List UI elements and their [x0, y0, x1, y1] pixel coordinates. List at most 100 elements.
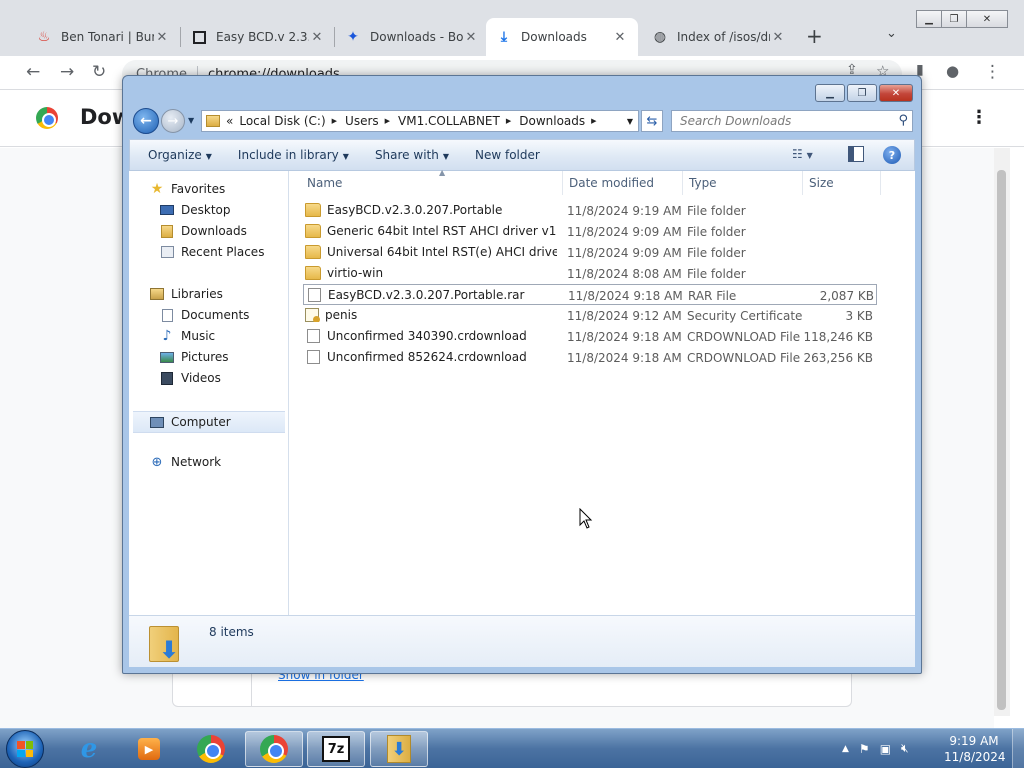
nav-desktop[interactable]: Desktop	[159, 203, 231, 217]
close-button[interactable]: ✕	[966, 10, 1008, 28]
organize-button[interactable]: Organize ▼	[148, 148, 212, 162]
search-placeholder: Search Downloads	[680, 114, 792, 128]
nav-network[interactable]: ⊕ Network	[149, 455, 222, 470]
breadcrumb-arrow-icon[interactable]: ▶	[506, 117, 511, 125]
nav-favorites[interactable]: ★ Favorites	[149, 181, 226, 197]
file-name: penis	[305, 308, 557, 322]
include-in-library-button[interactable]: Include in library ▼	[238, 148, 349, 162]
search-input[interactable]: Search Downloads ⚲	[671, 110, 913, 132]
show-hidden-icons-icon[interactable]: ▲	[842, 744, 849, 754]
scrollbar-thumb[interactable]	[997, 170, 1006, 710]
breadcrumb-local-disk[interactable]: Local Disk (C:)	[239, 114, 325, 128]
preview-pane-icon[interactable]	[848, 146, 864, 162]
refresh-icon[interactable]: ⇆	[641, 110, 663, 132]
minimize-button[interactable]: ▁	[916, 10, 942, 28]
breadcrumb-arrow-icon[interactable]: ▶	[385, 117, 390, 125]
file-row[interactable]: Unconfirmed 852624.crdownload 11/8/2024 9…	[303, 347, 877, 368]
nav-music[interactable]: ♪ Music	[159, 328, 216, 344]
more-menu-icon[interactable]: ⋮	[970, 107, 988, 128]
forward-button[interactable]: →	[161, 109, 185, 133]
close-icon[interactable]: ✕	[770, 30, 786, 45]
explorer-titlebar[interactable]: ▁ ❐ ✕	[123, 76, 921, 108]
column-header-name[interactable]: Name ▲	[301, 168, 563, 195]
taskbar-chrome-open[interactable]	[245, 731, 303, 767]
system-clock[interactable]: 9:19 AM 11/8/2024	[944, 733, 1006, 765]
column-header-size[interactable]: Size	[803, 171, 881, 195]
nav-documents[interactable]: Documents	[159, 308, 249, 322]
file-name: virtio-win	[305, 266, 557, 280]
close-icon[interactable]: ✕	[612, 30, 628, 45]
file-row[interactable]: EasyBCD.v2.3.0.207.Portable.rar 11/8/2024…	[303, 284, 877, 305]
taskbar-media-player[interactable]: ▶	[120, 731, 178, 767]
music-icon: ♪	[162, 328, 172, 344]
network-status-icon[interactable]: ▣	[880, 742, 891, 756]
close-icon[interactable]: ✕	[309, 30, 325, 45]
file-type: File folder	[687, 204, 746, 218]
action-center-flag-icon[interactable]: ⚑	[859, 742, 870, 756]
file-name: Unconfirmed 852624.crdownload	[305, 350, 557, 364]
nav-pictures[interactable]: Pictures	[159, 350, 229, 364]
details-pane: ⬇ 8 items	[129, 615, 915, 667]
change-view-icon[interactable]: ☷ ▼	[792, 147, 813, 161]
close-icon[interactable]: ✕	[154, 30, 170, 45]
show-desktop-button[interactable]	[1012, 729, 1024, 768]
clock-date: 11/8/2024	[944, 750, 1006, 764]
file-icon	[307, 329, 320, 343]
column-header-type[interactable]: Type	[683, 171, 803, 195]
tab-index-of-isos[interactable]: ◍ Index of /isos/dr ✕	[642, 18, 796, 56]
file-row[interactable]: Unconfirmed 340390.crdownload 11/8/2024 9…	[303, 326, 877, 347]
file-row[interactable]: Universal 64bit Intel RST(e) AHCI driver…	[303, 242, 877, 263]
maximize-button[interactable]: ❐	[847, 84, 877, 102]
file-date: 11/8/2024 9:09 AM	[567, 246, 682, 260]
pictures-icon	[159, 350, 175, 364]
close-button[interactable]: ✕	[879, 84, 913, 102]
nav-computer[interactable]: Computer	[133, 411, 285, 433]
forward-arrow-icon[interactable]: →	[60, 62, 74, 82]
file-row[interactable]: penis 11/8/2024 9:12 AM Security Certifica…	[303, 305, 877, 326]
file-row[interactable]: EasyBCD.v2.3.0.207.Portable 11/8/2024 9:1…	[303, 200, 877, 221]
breadcrumb-users[interactable]: Users	[345, 114, 379, 128]
breadcrumb-arrow-icon[interactable]: ▶	[332, 117, 337, 125]
nav-libraries[interactable]: Libraries	[149, 287, 223, 301]
breadcrumb-vm1[interactable]: VM1.COLLABNET	[398, 114, 500, 128]
file-row[interactable]: Generic 64bit Intel RST AHCI driver v11.…	[303, 221, 877, 242]
nav-recent-places[interactable]: Recent Places	[159, 245, 264, 259]
help-icon[interactable]: ?	[883, 146, 901, 164]
search-icon[interactable]: ⚲	[898, 113, 908, 128]
archive-icon	[191, 29, 207, 45]
close-icon[interactable]: ✕	[463, 30, 479, 45]
new-folder-button[interactable]: New folder	[475, 148, 540, 162]
file-list-pane: Name ▲ Date modified Type Size EasyBCD.v…	[289, 168, 915, 615]
new-tab-button[interactable]: +	[806, 24, 823, 48]
column-header-date-modified[interactable]: Date modified	[563, 171, 683, 195]
address-dropdown-icon[interactable]: ▼	[622, 111, 638, 131]
share-with-button[interactable]: Share with ▼	[375, 148, 449, 162]
menu-dots-icon[interactable]: ⋮	[984, 62, 1001, 82]
volume-muted-icon[interactable]: 🔇︎	[901, 741, 909, 756]
tab-downloads-bol[interactable]: ✦ Downloads - Bol ✕	[335, 18, 489, 56]
start-button[interactable]	[6, 730, 44, 768]
recent-pages-dropdown[interactable]: ▼	[188, 116, 194, 125]
tab-downloads[interactable]: ⤓ Downloads ✕	[486, 18, 638, 56]
breadcrumb-downloads[interactable]: Downloads	[519, 114, 585, 128]
breadcrumb-overflow[interactable]: «	[226, 114, 233, 128]
tab-search-icon[interactable]: ⌄	[886, 26, 897, 41]
taskbar-explorer[interactable]: ⬇	[370, 731, 428, 767]
taskbar-internet-explorer[interactable]: e	[60, 731, 118, 767]
breadcrumb-arrow-icon[interactable]: ▶	[591, 117, 596, 125]
back-arrow-icon[interactable]: ←	[26, 62, 40, 82]
taskbar-chrome[interactable]	[182, 731, 240, 767]
file-row[interactable]: virtio-win 11/8/2024 8:08 AM File folder	[303, 263, 877, 284]
nav-downloads[interactable]: Downloads	[159, 224, 247, 238]
minimize-button[interactable]: ▁	[815, 84, 845, 102]
nav-videos[interactable]: Videos	[159, 371, 221, 385]
explorer-address-bar[interactable]: « Local Disk (C:) ▶ Users ▶ VM1.COLLABNE…	[201, 110, 639, 132]
reload-icon[interactable]: ↻	[92, 62, 106, 82]
back-button[interactable]: ←	[133, 108, 159, 134]
profile-icon[interactable]: ●	[946, 62, 959, 80]
maximize-button[interactable]: ❐	[941, 10, 967, 28]
taskbar-7zip[interactable]: 7z	[307, 731, 365, 767]
tab-easybcd[interactable]: Easy BCD.v 2.3.0 ✕	[181, 18, 335, 56]
page-scrollbar[interactable]	[994, 148, 1010, 716]
tab-ben-tonari[interactable]: ♨ Ben Tonari | Bum ✕	[26, 18, 180, 56]
